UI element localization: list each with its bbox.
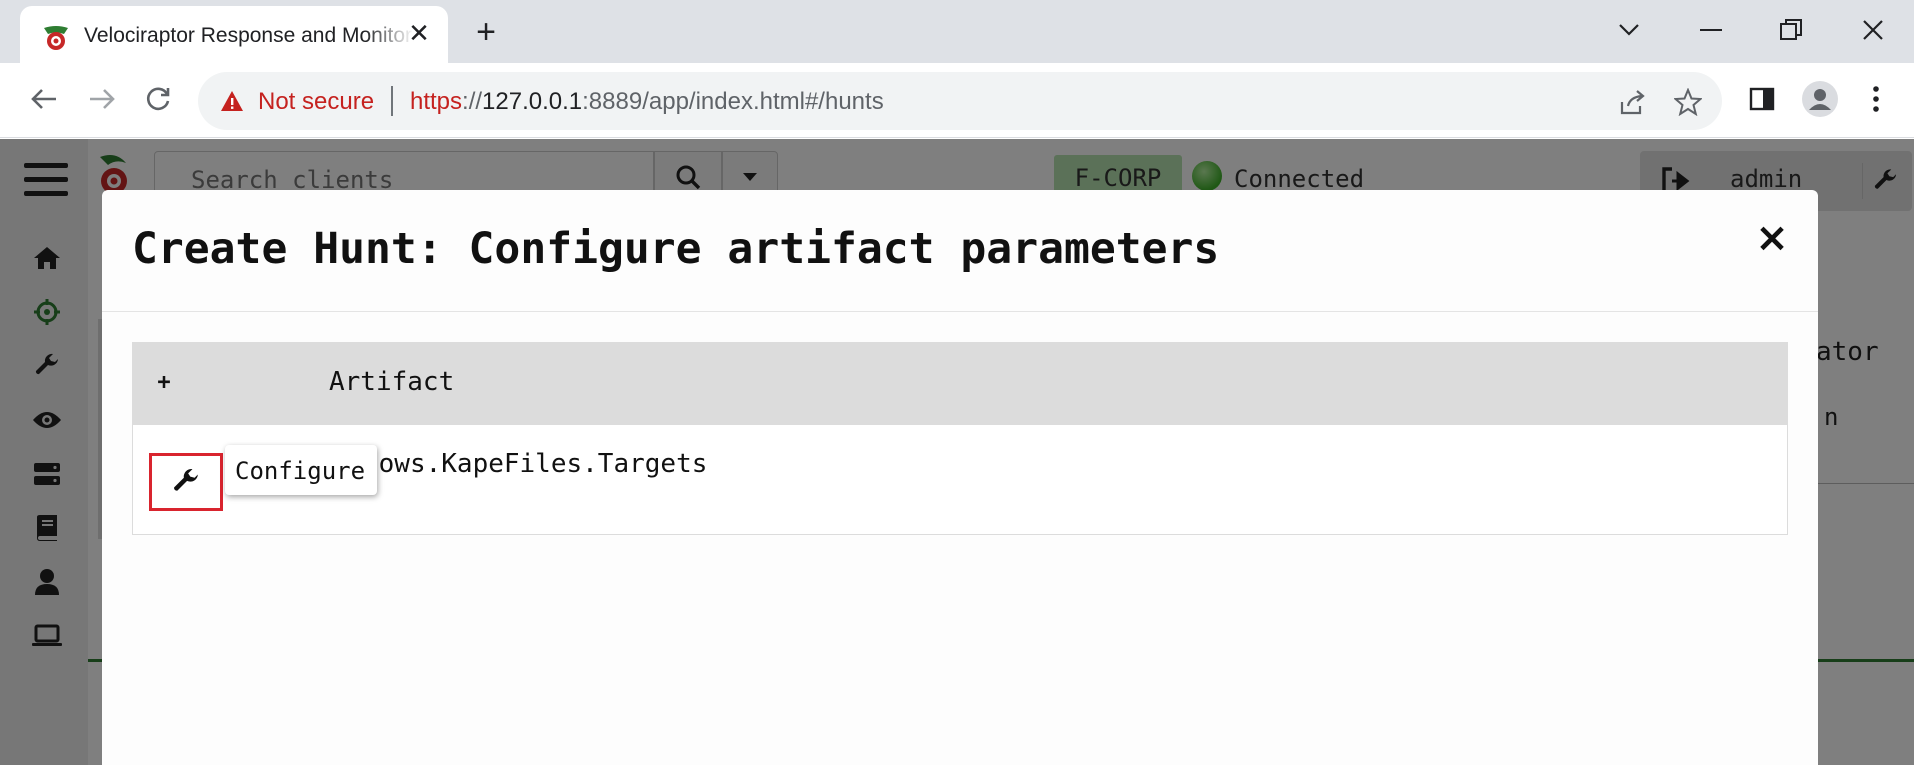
tab-close-icon[interactable]: ✕ (404, 18, 434, 48)
artifact-column-header[interactable]: Artifact (329, 367, 454, 397)
share-icon[interactable] (1616, 86, 1648, 118)
profile-avatar-icon[interactable] (1800, 79, 1840, 119)
browser-toolbar: Not secure https://127.0.0.1:8889/app/in… (0, 63, 1914, 138)
reload-icon[interactable] (138, 79, 178, 119)
expand-all-button[interactable]: + (153, 365, 175, 401)
artifact-parameters-table: + Artifact lows.KapeFiles.Targets Config… (132, 342, 1788, 535)
configure-tooltip: Configure (225, 445, 377, 495)
restore-icon[interactable] (1766, 10, 1816, 50)
warning-icon (221, 91, 243, 111)
side-panel-icon[interactable] (1742, 79, 1782, 119)
artifact-name: lows.KapeFiles.Targets (363, 449, 708, 479)
close-window-icon[interactable] (1848, 10, 1898, 50)
browser-menu-icon[interactable] (1856, 79, 1896, 119)
tab-title: Velociraptor Response and Monitoring (84, 24, 414, 47)
wrench-icon (174, 468, 198, 491)
configure-artifact-button[interactable] (149, 453, 223, 511)
new-tab-button[interactable]: + (468, 14, 504, 50)
table-row[interactable]: lows.KapeFiles.Targets Configure (133, 425, 1787, 534)
browser-tabstrip: Velociraptor Response and Monitoring ✕ + (0, 0, 1914, 63)
tooltip-text: Configure (235, 457, 366, 485)
address-separator (391, 86, 393, 116)
not-secure-label[interactable]: Not secure (258, 88, 374, 116)
url-text[interactable]: https://127.0.0.1:8889/app/index.html#/h… (410, 88, 884, 116)
minimize-icon[interactable] (1686, 10, 1736, 50)
forward-arrow-icon[interactable] (82, 79, 122, 119)
back-arrow-icon[interactable] (24, 79, 64, 119)
modal-title: Create Hunt: Configure artifact paramete… (132, 224, 1220, 274)
address-bar[interactable]: Not secure https://127.0.0.1:8889/app/in… (198, 72, 1722, 130)
bookmark-star-icon[interactable] (1672, 86, 1704, 118)
tab-search-chevron-icon[interactable] (1604, 10, 1654, 50)
browser-tab[interactable]: Velociraptor Response and Monitoring ✕ (20, 6, 448, 63)
velociraptor-favicon-icon (44, 26, 68, 50)
table-header: + Artifact (133, 343, 1787, 425)
modal-header: Create Hunt: Configure artifact paramete… (102, 190, 1818, 312)
close-icon[interactable]: × (1752, 218, 1792, 258)
create-hunt-modal: Create Hunt: Configure artifact paramete… (102, 190, 1818, 765)
